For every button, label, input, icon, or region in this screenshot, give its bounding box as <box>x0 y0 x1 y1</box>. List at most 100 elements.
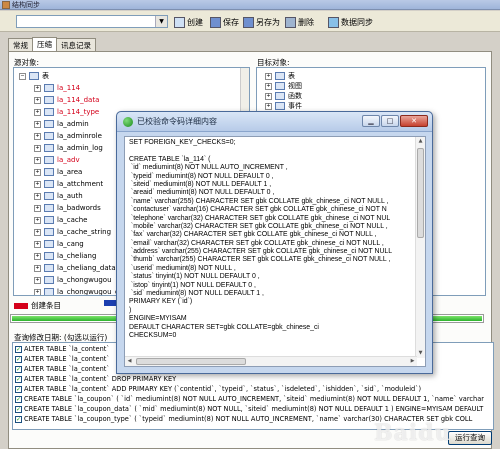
query-checkbox[interactable] <box>15 365 22 374</box>
query-checkbox[interactable] <box>15 345 22 354</box>
maximize-button[interactable]: □ <box>381 115 399 127</box>
delete-button[interactable]: 删除 <box>285 15 314 29</box>
table-icon <box>44 132 54 140</box>
expand-icon[interactable]: + <box>34 180 41 188</box>
window-title: 结构同步 <box>12 1 40 9</box>
expand-icon[interactable]: + <box>34 192 41 200</box>
sql-hscroll-thumb[interactable] <box>136 358 246 365</box>
query-row[interactable]: ALTER TABLE `la_content` <box>15 345 110 354</box>
source-table-item[interactable]: + la_cache_string <box>34 226 111 238</box>
save-as-button[interactable]: 另存为 <box>243 15 280 29</box>
sql-horizontal-scrollbar[interactable]: ◀ ▶ <box>125 356 417 366</box>
query-row[interactable]: ALTER TABLE `la_content` <box>15 365 110 374</box>
query-row[interactable]: ALTER TABLE `la_content` <box>15 355 110 364</box>
source-table-item[interactable]: + la_cheliang <box>34 250 96 262</box>
expand-icon[interactable]: + <box>34 108 41 116</box>
minimize-button[interactable]: ▁ <box>362 115 380 127</box>
expand-icon[interactable]: + <box>34 240 41 248</box>
source-table-item[interactable]: + la_auth <box>34 190 83 202</box>
source-table-name: la_adv <box>57 156 80 164</box>
sql-vertical-scrollbar[interactable]: ▲ ▼ <box>415 137 425 358</box>
expand-icon[interactable]: + <box>34 132 41 140</box>
sql-line: `email` varchar(32) CHARACTER SET gbk CO… <box>129 239 384 247</box>
sql-vscroll-thumb[interactable] <box>417 148 424 238</box>
expand-icon[interactable]: + <box>34 120 41 128</box>
tab-message-log[interactable]: 讯息记录 <box>56 38 96 52</box>
expand-icon[interactable]: + <box>34 288 41 295</box>
expand-icon[interactable]: + <box>34 84 41 92</box>
source-table-name: la_adminrole <box>57 132 102 140</box>
query-row[interactable]: ALTER TABLE `la_content` ADD PRIMARY KEY… <box>15 385 421 394</box>
expand-icon[interactable]: + <box>265 72 272 80</box>
tab-compress[interactable]: 压缩 <box>32 37 57 52</box>
watermark-logo: Baidu <box>374 420 452 446</box>
expand-icon[interactable]: + <box>34 252 41 260</box>
expand-icon[interactable]: + <box>265 82 272 90</box>
query-row[interactable]: CREATE TABLE `la_coupon` ( `id` mediumin… <box>15 395 484 404</box>
query-checkbox[interactable] <box>15 355 22 364</box>
scroll-up-icon[interactable]: ▲ <box>416 137 425 146</box>
close-button[interactable]: ✕ <box>400 115 428 127</box>
source-table-item[interactable]: + la_114 <box>34 82 80 94</box>
expand-icon[interactable]: + <box>34 228 41 236</box>
event-icon <box>275 102 285 110</box>
expand-icon[interactable]: + <box>34 96 41 104</box>
query-text: ALTER TABLE `la_content` <box>24 355 110 363</box>
sql-text-area[interactable]: SET FOREIGN_KEY_CHECKS=0; CREATE TABLE `l… <box>124 136 426 367</box>
expand-icon[interactable]: + <box>34 144 41 152</box>
source-table-name: la_badwords <box>57 204 101 212</box>
source-table-item[interactable]: + la_admin_log <box>34 142 103 154</box>
sql-line: `areaid` mediumint(8) NOT NULL DEFAULT 0… <box>129 189 275 197</box>
scroll-right-icon[interactable]: ▶ <box>408 357 417 366</box>
expand-icon[interactable]: + <box>265 92 272 100</box>
expand-icon[interactable]: + <box>34 216 41 224</box>
source-table-item[interactable]: + la_cheliang_data <box>34 262 116 274</box>
query-row[interactable]: CREATE TABLE `la_coupon_data` ( `mid` me… <box>15 405 483 414</box>
query-checkbox[interactable] <box>15 395 22 404</box>
data-sync-button[interactable]: 数据同步 <box>328 15 373 29</box>
legend-create-label: 创建条目 <box>31 301 61 310</box>
source-table-item[interactable]: + la_adv <box>34 154 80 166</box>
app-icon <box>2 1 10 9</box>
source-table-item[interactable]: + la_chongwugou <box>34 274 112 286</box>
query-checkbox[interactable] <box>15 375 22 384</box>
query-row[interactable]: ALTER TABLE `la_content` DROP PRIMARY KE… <box>15 375 176 384</box>
scroll-down-icon[interactable]: ▼ <box>416 349 425 358</box>
source-table-item[interactable]: + la_114_type <box>34 106 99 118</box>
dialog-titlebar[interactable]: 已校验命令码详细内容 ▁ □ ✕ <box>117 112 432 132</box>
query-checkbox[interactable] <box>15 415 22 424</box>
connection-select[interactable]: ▼ <box>16 15 168 28</box>
sql-line: `name` varchar(255) CHARACTER SET gbk CO… <box>129 197 389 205</box>
source-table-item[interactable]: + la_adminrole <box>34 130 102 142</box>
expand-icon[interactable]: + <box>34 168 41 176</box>
collapse-icon[interactable]: − <box>19 72 26 80</box>
dialog-title: 已校验命令码详细内容 <box>137 117 217 126</box>
source-table-name: la_cache_string <box>57 228 112 236</box>
scroll-left-icon[interactable]: ◀ <box>125 357 134 366</box>
table-icon <box>44 96 54 104</box>
query-checkbox[interactable] <box>15 405 22 414</box>
source-table-item[interactable]: + la_area <box>34 166 82 178</box>
source-table-item[interactable]: + la_attchment <box>34 178 103 190</box>
save-button[interactable]: 保存 <box>210 15 239 29</box>
source-table-item[interactable]: + la_cache <box>34 214 87 226</box>
run-query-button[interactable]: 运行查询 <box>448 431 492 445</box>
chevron-down-icon[interactable]: ▼ <box>155 16 167 27</box>
source-table-item[interactable]: + la_114_data <box>34 94 99 106</box>
sql-line <box>129 147 409 155</box>
source-table-item[interactable]: + la_admin <box>34 118 89 130</box>
source-table-item[interactable]: + la_badwords <box>34 202 101 214</box>
dialog-window-controls: ▁ □ ✕ <box>362 115 428 127</box>
expand-icon[interactable]: + <box>34 204 41 212</box>
query-checkbox[interactable] <box>15 385 22 394</box>
source-table-item[interactable]: + la_cang <box>34 238 84 250</box>
expand-icon[interactable]: + <box>34 276 41 284</box>
expand-icon[interactable]: + <box>34 264 41 272</box>
tree-root-tables[interactable]: − 表 <box>19 70 49 82</box>
expand-icon[interactable]: + <box>265 102 272 110</box>
expand-icon[interactable]: + <box>34 156 41 164</box>
create-button[interactable]: 创建 <box>174 15 203 29</box>
table-icon <box>44 228 54 236</box>
sql-line: CHECKSUM=0 <box>129 331 177 339</box>
tab-general[interactable]: 常规 <box>8 38 33 52</box>
